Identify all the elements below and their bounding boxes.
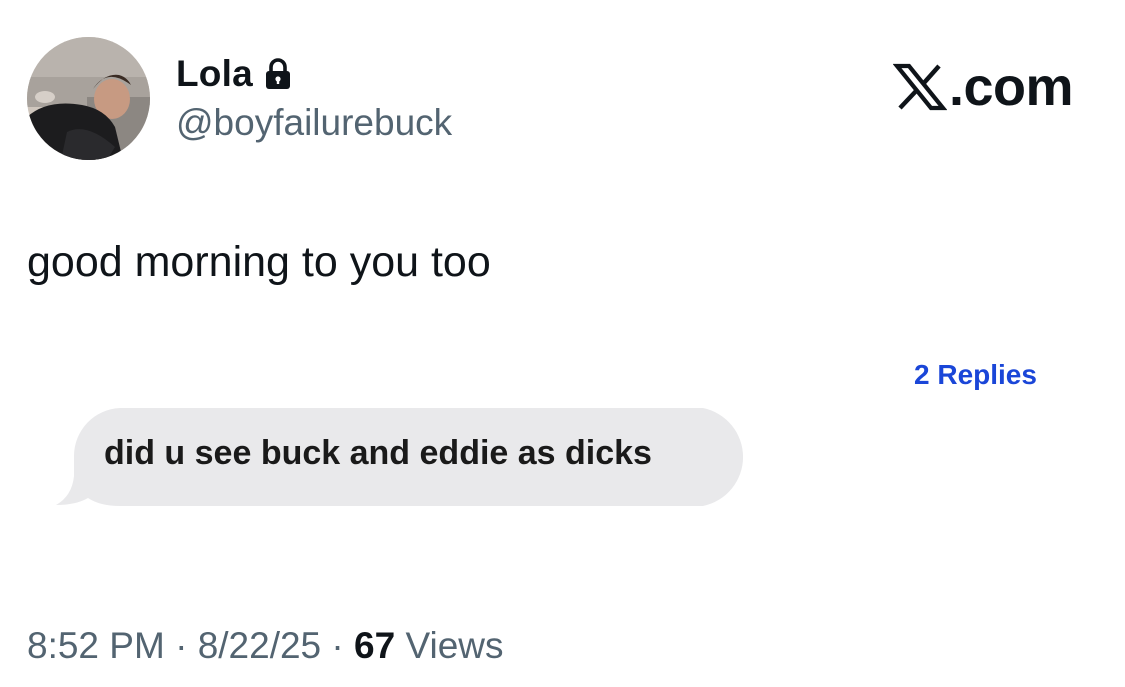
meta-separator: ·	[331, 625, 344, 666]
x-logo-icon	[892, 63, 947, 111]
tweet-time[interactable]: 8:52 PM	[27, 625, 165, 666]
replies-link[interactable]: 2 Replies	[914, 359, 1037, 391]
tweet-text: good morning to you too	[27, 238, 491, 286]
tweet-meta: 8:52 PM · 8/22/25 · 67 Views	[27, 625, 504, 667]
brand-text: .com	[948, 57, 1074, 117]
tweet-date[interactable]: 8/22/25	[198, 625, 321, 666]
profile-photo	[27, 37, 150, 160]
display-name[interactable]: Lola	[176, 53, 253, 95]
views-label: Views	[405, 625, 504, 666]
avatar[interactable]	[27, 37, 150, 160]
message-bubble: did u see buck and eddie as dicks	[52, 406, 762, 508]
brand-watermark: .com	[892, 56, 1074, 118]
author-handle[interactable]: @boyfailurebuck	[176, 102, 452, 144]
lock-icon	[265, 58, 291, 90]
meta-separator: ·	[175, 625, 188, 666]
bubble-text: did u see buck and eddie as dicks	[104, 434, 652, 472]
author-name-row: Lola	[176, 52, 291, 96]
views-count: 67	[354, 625, 396, 666]
